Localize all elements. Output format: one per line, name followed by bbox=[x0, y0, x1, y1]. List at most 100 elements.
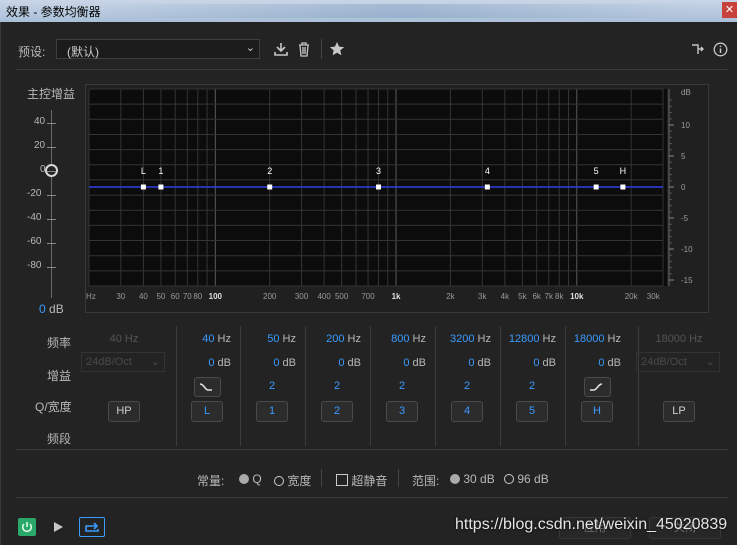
band-toggle-hp[interactable]: HP bbox=[108, 401, 140, 422]
band-frequency-value[interactable]: 3200 bbox=[450, 333, 474, 345]
band-marker-handle bbox=[140, 184, 146, 190]
close-window-button[interactable]: ✕ bbox=[722, 2, 737, 18]
band-frequency[interactable]: 3200 Hz bbox=[427, 333, 491, 345]
range-96db-option[interactable]: 96 dB bbox=[504, 472, 549, 486]
band-toggle-5[interactable]: 5 bbox=[516, 401, 548, 422]
play-icon[interactable] bbox=[51, 520, 65, 534]
info-icon[interactable] bbox=[713, 42, 728, 57]
freq-tick-label: 400 bbox=[317, 292, 331, 301]
band-frequency-value[interactable]: 50 bbox=[267, 333, 279, 345]
freq-tick-label: 300 bbox=[295, 292, 309, 301]
master-gain-tick-label: -20 bbox=[27, 188, 42, 199]
slope-dropdown[interactable]: 24dB/Oct ⌄ bbox=[636, 352, 720, 372]
db-scale-label: dB bbox=[681, 88, 691, 97]
eq-graph[interactable]: Hz 30 40 50 60 70 80 100 200 300 400 500 700 1k 2k 3k 4k… bbox=[85, 84, 709, 313]
slope-dropdown[interactable]: 24dB/Oct ⌄ bbox=[81, 352, 165, 372]
band-gain-value[interactable]: 0 bbox=[403, 357, 409, 369]
band-gain[interactable]: 0 dB bbox=[297, 357, 361, 369]
constant-q-label: Q bbox=[252, 472, 262, 486]
band-toggle-1[interactable]: 1 bbox=[256, 401, 288, 422]
band-frequency[interactable]: 12800 Hz bbox=[492, 333, 556, 345]
master-gain-value[interactable]: 0 bbox=[39, 302, 46, 316]
band-gain-value[interactable]: 0 bbox=[208, 357, 214, 369]
db-scale-label: -15 bbox=[681, 276, 693, 285]
master-gain-tick-label: -40 bbox=[27, 212, 42, 223]
band-q-value[interactable]: 2 bbox=[252, 380, 292, 392]
band-frequency-value[interactable]: 12800 bbox=[509, 333, 540, 345]
radio-empty-icon[interactable] bbox=[504, 474, 514, 484]
radio-empty-icon[interactable] bbox=[274, 476, 284, 486]
freq-tick-label: 20k bbox=[625, 292, 639, 301]
band-marker-handle bbox=[376, 184, 382, 190]
band-gain-unit: dB bbox=[477, 357, 491, 369]
band-frequency-unit: Hz bbox=[282, 333, 296, 345]
band-gain-unit: dB bbox=[282, 357, 296, 369]
band-toggle-4[interactable]: 4 bbox=[451, 401, 483, 422]
band-toggle-3[interactable]: 3 bbox=[386, 401, 418, 422]
ultra-quiet-option[interactable]: 超静音 bbox=[336, 472, 387, 489]
band-toggle-l[interactable]: L bbox=[191, 401, 223, 422]
band-gain-unit: dB bbox=[412, 357, 426, 369]
band-gain-value[interactable]: 0 bbox=[533, 357, 539, 369]
band-gain[interactable]: 0 dB bbox=[557, 357, 621, 369]
band-gain[interactable]: 0 dB bbox=[167, 357, 231, 369]
band-toggle-lp[interactable]: LP bbox=[663, 401, 695, 422]
high-shelf-button[interactable] bbox=[584, 377, 611, 397]
band-frequency[interactable]: 200 Hz bbox=[297, 333, 361, 345]
band-gain-unit: dB bbox=[607, 357, 621, 369]
band-gain-value[interactable]: 0 bbox=[598, 357, 604, 369]
band-q-value[interactable]: 2 bbox=[382, 380, 422, 392]
master-gain-tick-label: -60 bbox=[27, 236, 42, 247]
freq-tick-label: 1k bbox=[392, 292, 401, 301]
band-gain[interactable]: 0 dB bbox=[232, 357, 296, 369]
title-bar: 效果 - 参数均衡器 bbox=[0, 0, 737, 22]
radio-selected-icon[interactable] bbox=[450, 474, 460, 484]
range-30db-label: 30 dB bbox=[463, 472, 495, 486]
freq-tick-label: 4k bbox=[501, 292, 510, 301]
band-gain[interactable]: 0 dB bbox=[427, 357, 491, 369]
band-frequency-value[interactable]: 18000 bbox=[574, 333, 605, 345]
low-shelf-button[interactable] bbox=[194, 377, 221, 397]
band-frequency-value[interactable]: 18000 Hz bbox=[655, 333, 702, 345]
preset-dropdown[interactable]: (默认) ⌄ bbox=[56, 39, 260, 59]
band-frequency[interactable]: 18000 Hz bbox=[639, 333, 719, 345]
band-frequency-value[interactable]: 800 bbox=[391, 333, 409, 345]
loop-button[interactable] bbox=[79, 517, 105, 537]
band-frequency[interactable]: 40 Hz bbox=[167, 333, 231, 345]
db-scale-label: -5 bbox=[681, 214, 689, 223]
radio-selected-icon[interactable] bbox=[239, 474, 249, 484]
favorite-star-icon[interactable] bbox=[329, 41, 345, 57]
band-gain[interactable]: 0 dB bbox=[362, 357, 426, 369]
freq-tick-label: 500 bbox=[335, 292, 349, 301]
freq-tick-label: 2k bbox=[446, 292, 455, 301]
band-gain-value[interactable]: 0 bbox=[273, 357, 279, 369]
routing-icon[interactable] bbox=[691, 42, 705, 56]
range-30db-option[interactable]: 30 dB bbox=[450, 472, 495, 486]
band-frequency[interactable]: 40 Hz bbox=[84, 333, 164, 345]
constant-width-option[interactable]: 宽度 bbox=[274, 472, 311, 489]
band-q-value[interactable]: 2 bbox=[317, 380, 357, 392]
band-toggle-2[interactable]: 2 bbox=[321, 401, 353, 422]
power-toggle-button[interactable] bbox=[18, 518, 36, 536]
trash-icon[interactable] bbox=[297, 41, 311, 57]
band-frequency-value[interactable]: 40 Hz bbox=[110, 333, 139, 345]
band-frequency[interactable]: 800 Hz bbox=[362, 333, 426, 345]
band-q-value[interactable]: 2 bbox=[447, 380, 487, 392]
band-frequency-value[interactable]: 40 bbox=[202, 333, 214, 345]
band-toggle-h[interactable]: H bbox=[581, 401, 613, 422]
band-frequency-value[interactable]: 200 bbox=[326, 333, 344, 345]
save-preset-icon[interactable] bbox=[273, 41, 289, 57]
band-frequency[interactable]: 50 Hz bbox=[232, 333, 296, 345]
band-gain-value[interactable]: 0 bbox=[468, 357, 474, 369]
preset-value: (默认) bbox=[67, 45, 99, 59]
checkbox-icon[interactable] bbox=[336, 474, 348, 486]
master-gain-track[interactable] bbox=[51, 110, 52, 298]
constant-q-option[interactable]: Q bbox=[239, 472, 262, 486]
band-q-value[interactable]: 2 bbox=[512, 380, 552, 392]
band-gain-value[interactable]: 0 bbox=[338, 357, 344, 369]
band-gain[interactable]: 0 dB bbox=[492, 357, 556, 369]
db-scale-label: 0 bbox=[681, 183, 686, 192]
row-label-freq: 频率 bbox=[47, 336, 72, 350]
band-frequency[interactable]: 18000 Hz bbox=[557, 333, 621, 345]
master-gain-tick bbox=[47, 171, 56, 172]
